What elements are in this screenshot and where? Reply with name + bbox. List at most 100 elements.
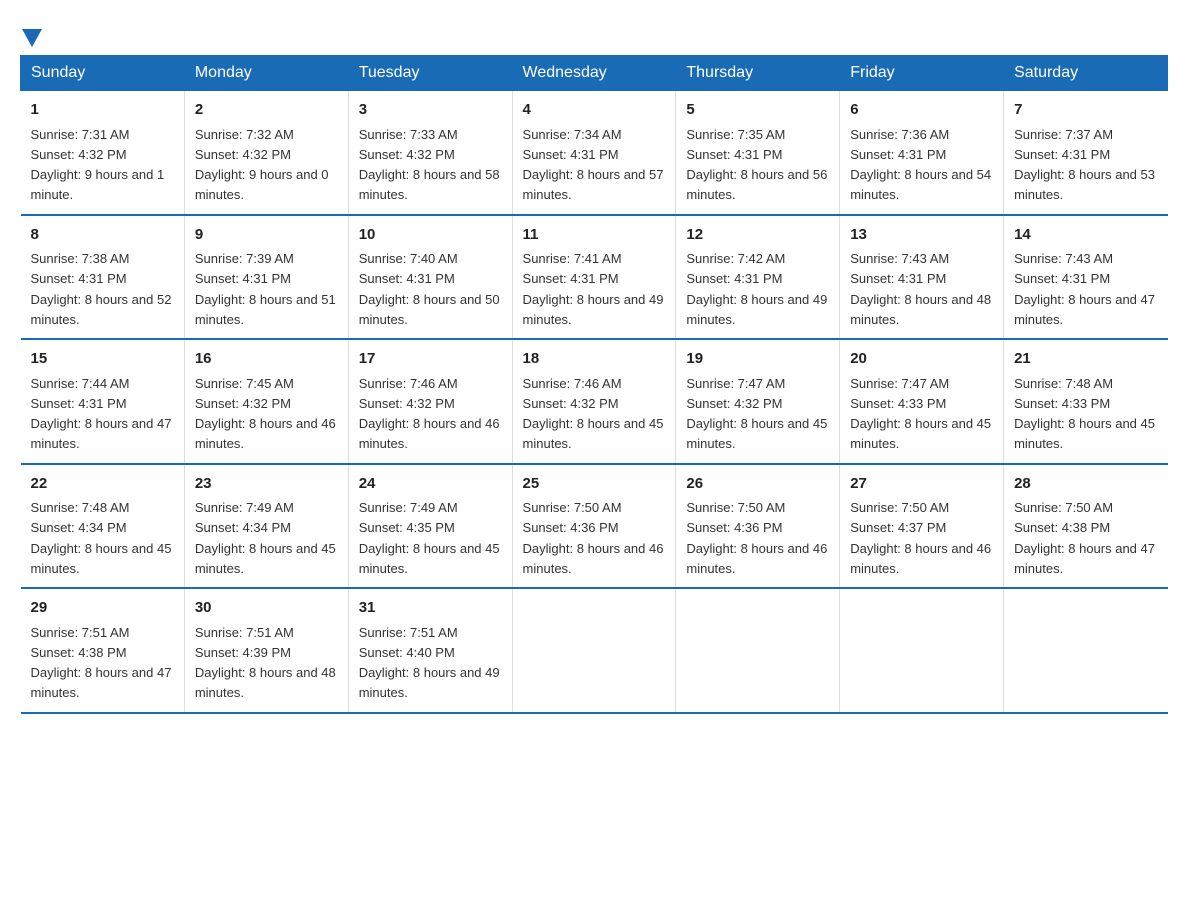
calendar-cell: 1 Sunrise: 7:31 AMSunset: 4:32 PMDayligh… — [21, 91, 185, 215]
calendar-cell: 5 Sunrise: 7:35 AMSunset: 4:31 PMDayligh… — [676, 91, 840, 215]
calendar-cell: 20 Sunrise: 7:47 AMSunset: 4:33 PMDaylig… — [840, 339, 1004, 464]
calendar-cell: 29 Sunrise: 7:51 AMSunset: 4:38 PMDaylig… — [21, 588, 185, 713]
day-number: 31 — [359, 597, 502, 620]
day-info: Sunrise: 7:43 AMSunset: 4:31 PMDaylight:… — [850, 251, 991, 327]
day-info: Sunrise: 7:49 AMSunset: 4:34 PMDaylight:… — [195, 500, 336, 576]
day-number: 5 — [686, 99, 829, 122]
header-saturday: Saturday — [1004, 56, 1168, 91]
day-info: Sunrise: 7:35 AMSunset: 4:31 PMDaylight:… — [686, 127, 827, 203]
day-number: 6 — [850, 99, 993, 122]
day-number: 29 — [31, 597, 174, 620]
day-number: 20 — [850, 348, 993, 371]
calendar-cell: 30 Sunrise: 7:51 AMSunset: 4:39 PMDaylig… — [184, 588, 348, 713]
header-friday: Friday — [840, 56, 1004, 91]
header-wednesday: Wednesday — [512, 56, 676, 91]
day-info: Sunrise: 7:37 AMSunset: 4:31 PMDaylight:… — [1014, 127, 1155, 203]
day-info: Sunrise: 7:39 AMSunset: 4:31 PMDaylight:… — [195, 251, 336, 327]
header-sunday: Sunday — [21, 56, 185, 91]
calendar-header-row: SundayMondayTuesdayWednesdayThursdayFrid… — [21, 56, 1168, 91]
day-number: 28 — [1014, 473, 1157, 496]
day-number: 26 — [686, 473, 829, 496]
day-number: 23 — [195, 473, 338, 496]
day-number: 13 — [850, 224, 993, 247]
day-number: 17 — [359, 348, 502, 371]
calendar-cell: 26 Sunrise: 7:50 AMSunset: 4:36 PMDaylig… — [676, 464, 840, 589]
calendar-week-row: 29 Sunrise: 7:51 AMSunset: 4:38 PMDaylig… — [21, 588, 1168, 713]
day-info: Sunrise: 7:33 AMSunset: 4:32 PMDaylight:… — [359, 127, 500, 203]
day-number: 27 — [850, 473, 993, 496]
day-info: Sunrise: 7:51 AMSunset: 4:39 PMDaylight:… — [195, 625, 336, 701]
page-header — [20, 20, 1168, 45]
calendar-cell: 3 Sunrise: 7:33 AMSunset: 4:32 PMDayligh… — [348, 91, 512, 215]
day-number: 10 — [359, 224, 502, 247]
day-info: Sunrise: 7:46 AMSunset: 4:32 PMDaylight:… — [523, 376, 664, 452]
day-number: 18 — [523, 348, 666, 371]
day-number: 9 — [195, 224, 338, 247]
header-thursday: Thursday — [676, 56, 840, 91]
calendar-cell: 15 Sunrise: 7:44 AMSunset: 4:31 PMDaylig… — [21, 339, 185, 464]
day-info: Sunrise: 7:50 AMSunset: 4:38 PMDaylight:… — [1014, 500, 1155, 576]
day-info: Sunrise: 7:45 AMSunset: 4:32 PMDaylight:… — [195, 376, 336, 452]
day-number: 12 — [686, 224, 829, 247]
logo — [20, 20, 42, 45]
calendar-cell: 25 Sunrise: 7:50 AMSunset: 4:36 PMDaylig… — [512, 464, 676, 589]
calendar-cell: 19 Sunrise: 7:47 AMSunset: 4:32 PMDaylig… — [676, 339, 840, 464]
calendar-week-row: 15 Sunrise: 7:44 AMSunset: 4:31 PMDaylig… — [21, 339, 1168, 464]
day-info: Sunrise: 7:40 AMSunset: 4:31 PMDaylight:… — [359, 251, 500, 327]
day-info: Sunrise: 7:46 AMSunset: 4:32 PMDaylight:… — [359, 376, 500, 452]
day-info: Sunrise: 7:47 AMSunset: 4:32 PMDaylight:… — [686, 376, 827, 452]
day-number: 15 — [31, 348, 174, 371]
day-number: 25 — [523, 473, 666, 496]
calendar-cell: 24 Sunrise: 7:49 AMSunset: 4:35 PMDaylig… — [348, 464, 512, 589]
calendar-cell: 8 Sunrise: 7:38 AMSunset: 4:31 PMDayligh… — [21, 215, 185, 340]
day-number: 2 — [195, 99, 338, 122]
calendar-cell: 14 Sunrise: 7:43 AMSunset: 4:31 PMDaylig… — [1004, 215, 1168, 340]
day-info: Sunrise: 7:51 AMSunset: 4:38 PMDaylight:… — [31, 625, 172, 701]
calendar-cell: 4 Sunrise: 7:34 AMSunset: 4:31 PMDayligh… — [512, 91, 676, 215]
day-info: Sunrise: 7:42 AMSunset: 4:31 PMDaylight:… — [686, 251, 827, 327]
day-info: Sunrise: 7:47 AMSunset: 4:33 PMDaylight:… — [850, 376, 991, 452]
day-number: 22 — [31, 473, 174, 496]
day-number: 1 — [31, 99, 174, 122]
day-number: 19 — [686, 348, 829, 371]
calendar-cell: 17 Sunrise: 7:46 AMSunset: 4:32 PMDaylig… — [348, 339, 512, 464]
day-info: Sunrise: 7:48 AMSunset: 4:34 PMDaylight:… — [31, 500, 172, 576]
day-number: 4 — [523, 99, 666, 122]
calendar-table: SundayMondayTuesdayWednesdayThursdayFrid… — [20, 55, 1168, 714]
day-info: Sunrise: 7:32 AMSunset: 4:32 PMDaylight:… — [195, 127, 329, 203]
day-info: Sunrise: 7:34 AMSunset: 4:31 PMDaylight:… — [523, 127, 664, 203]
day-number: 3 — [359, 99, 502, 122]
day-info: Sunrise: 7:50 AMSunset: 4:36 PMDaylight:… — [686, 500, 827, 576]
day-info: Sunrise: 7:51 AMSunset: 4:40 PMDaylight:… — [359, 625, 500, 701]
day-info: Sunrise: 7:36 AMSunset: 4:31 PMDaylight:… — [850, 127, 991, 203]
header-monday: Monday — [184, 56, 348, 91]
calendar-cell: 27 Sunrise: 7:50 AMSunset: 4:37 PMDaylig… — [840, 464, 1004, 589]
calendar-cell: 28 Sunrise: 7:50 AMSunset: 4:38 PMDaylig… — [1004, 464, 1168, 589]
calendar-cell: 23 Sunrise: 7:49 AMSunset: 4:34 PMDaylig… — [184, 464, 348, 589]
calendar-cell: 18 Sunrise: 7:46 AMSunset: 4:32 PMDaylig… — [512, 339, 676, 464]
day-number: 14 — [1014, 224, 1157, 247]
calendar-cell: 9 Sunrise: 7:39 AMSunset: 4:31 PMDayligh… — [184, 215, 348, 340]
day-number: 8 — [31, 224, 174, 247]
calendar-cell: 21 Sunrise: 7:48 AMSunset: 4:33 PMDaylig… — [1004, 339, 1168, 464]
calendar-cell: 7 Sunrise: 7:37 AMSunset: 4:31 PMDayligh… — [1004, 91, 1168, 215]
logo-triangle-icon — [22, 29, 42, 47]
day-number: 16 — [195, 348, 338, 371]
calendar-cell: 12 Sunrise: 7:42 AMSunset: 4:31 PMDaylig… — [676, 215, 840, 340]
calendar-cell — [512, 588, 676, 713]
calendar-cell: 2 Sunrise: 7:32 AMSunset: 4:32 PMDayligh… — [184, 91, 348, 215]
day-info: Sunrise: 7:49 AMSunset: 4:35 PMDaylight:… — [359, 500, 500, 576]
day-info: Sunrise: 7:41 AMSunset: 4:31 PMDaylight:… — [523, 251, 664, 327]
day-info: Sunrise: 7:38 AMSunset: 4:31 PMDaylight:… — [31, 251, 172, 327]
calendar-cell: 22 Sunrise: 7:48 AMSunset: 4:34 PMDaylig… — [21, 464, 185, 589]
day-number: 24 — [359, 473, 502, 496]
header-tuesday: Tuesday — [348, 56, 512, 91]
day-info: Sunrise: 7:50 AMSunset: 4:36 PMDaylight:… — [523, 500, 664, 576]
day-info: Sunrise: 7:43 AMSunset: 4:31 PMDaylight:… — [1014, 251, 1155, 327]
calendar-cell: 13 Sunrise: 7:43 AMSunset: 4:31 PMDaylig… — [840, 215, 1004, 340]
day-number: 21 — [1014, 348, 1157, 371]
calendar-week-row: 8 Sunrise: 7:38 AMSunset: 4:31 PMDayligh… — [21, 215, 1168, 340]
calendar-cell — [840, 588, 1004, 713]
day-info: Sunrise: 7:31 AMSunset: 4:32 PMDaylight:… — [31, 127, 165, 203]
calendar-cell: 16 Sunrise: 7:45 AMSunset: 4:32 PMDaylig… — [184, 339, 348, 464]
